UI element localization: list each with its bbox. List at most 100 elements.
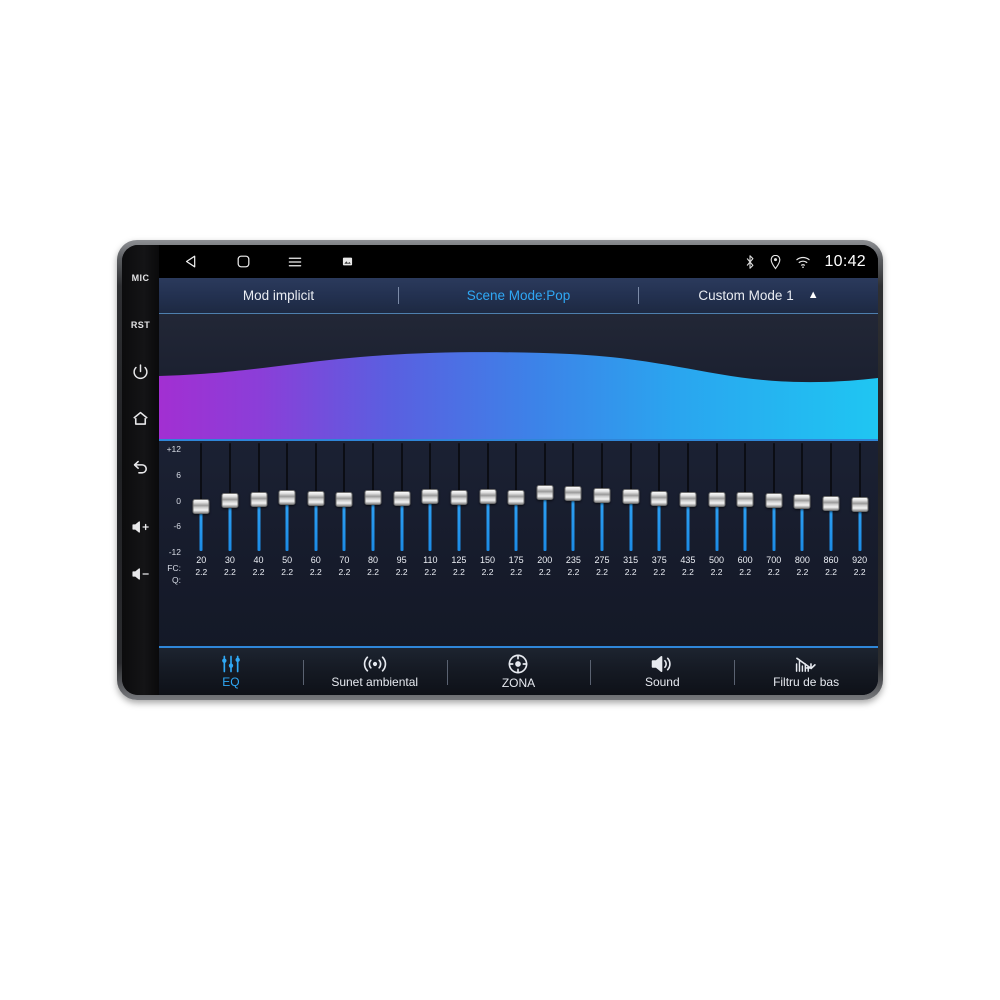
- eq-slider-thumb[interactable]: [307, 490, 325, 506]
- eq-slider[interactable]: [416, 441, 445, 554]
- eq-slider[interactable]: [531, 441, 560, 554]
- eq-band[interactable]: 40 2.2: [244, 441, 273, 646]
- eq-slider-thumb[interactable]: [822, 495, 840, 511]
- eq-band[interactable]: 275 2.2: [588, 441, 617, 646]
- power-key[interactable]: [122, 348, 159, 395]
- eq-band[interactable]: 150 2.2: [473, 441, 502, 646]
- eq-slider[interactable]: [359, 441, 388, 554]
- eq-q-value[interactable]: 2.2: [788, 566, 817, 578]
- eq-slider[interactable]: [302, 441, 331, 554]
- eq-band[interactable]: 175 2.2: [502, 441, 531, 646]
- eq-band[interactable]: 860 2.2: [817, 441, 846, 646]
- eq-slider-thumb[interactable]: [479, 488, 497, 504]
- eq-slider[interactable]: [502, 441, 531, 554]
- eq-slider[interactable]: [645, 441, 674, 554]
- scene-mode-button[interactable]: Scene Mode:Pop: [399, 278, 638, 313]
- eq-q-value[interactable]: 2.2: [731, 566, 760, 578]
- default-mode-button[interactable]: Mod implicit: [159, 278, 398, 313]
- eq-band[interactable]: 700 2.2: [760, 441, 789, 646]
- eq-slider[interactable]: [244, 441, 273, 554]
- back-key[interactable]: [122, 442, 159, 489]
- eq-slider-thumb[interactable]: [650, 490, 668, 506]
- eq-band[interactable]: 110 2.2: [416, 441, 445, 646]
- eq-band[interactable]: 200 2.2: [531, 441, 560, 646]
- eq-slider[interactable]: [616, 441, 645, 554]
- eq-q-value[interactable]: 2.2: [359, 566, 388, 578]
- eq-slider[interactable]: [731, 441, 760, 554]
- eq-slider-thumb[interactable]: [536, 484, 554, 500]
- eq-q-value[interactable]: 2.2: [702, 566, 731, 578]
- eq-slider[interactable]: [674, 441, 703, 554]
- eq-q-value[interactable]: 2.2: [845, 566, 874, 578]
- eq-q-value[interactable]: 2.2: [445, 566, 474, 578]
- eq-band[interactable]: 80 2.2: [359, 441, 388, 646]
- eq-slider-thumb[interactable]: [793, 493, 811, 509]
- eq-slider-thumb[interactable]: [736, 492, 754, 508]
- eq-q-value[interactable]: 2.2: [473, 566, 502, 578]
- eq-band[interactable]: 920 2.2: [845, 441, 874, 646]
- eq-q-value[interactable]: 2.2: [588, 566, 617, 578]
- eq-slider[interactable]: [473, 441, 502, 554]
- eq-q-value[interactable]: 2.2: [387, 566, 416, 578]
- eq-slider-thumb[interactable]: [393, 490, 411, 506]
- eq-q-value[interactable]: 2.2: [244, 566, 273, 578]
- eq-slider-thumb[interactable]: [221, 492, 239, 508]
- eq-slider[interactable]: [273, 441, 302, 554]
- nav-home-button[interactable]: [217, 245, 269, 278]
- eq-band[interactable]: 20 2.2: [187, 441, 216, 646]
- eq-slider-thumb[interactable]: [421, 489, 439, 505]
- eq-band[interactable]: 70 2.2: [330, 441, 359, 646]
- eq-band[interactable]: 600 2.2: [731, 441, 760, 646]
- eq-q-value[interactable]: 2.2: [416, 566, 445, 578]
- eq-q-value[interactable]: 2.2: [559, 566, 588, 578]
- eq-slider[interactable]: [788, 441, 817, 554]
- eq-slider[interactable]: [445, 441, 474, 554]
- eq-slider-thumb[interactable]: [765, 492, 783, 508]
- eq-slider-thumb[interactable]: [564, 486, 582, 502]
- nav-recents-button[interactable]: [269, 245, 321, 278]
- eq-slider-thumb[interactable]: [708, 492, 726, 508]
- eq-slider-thumb[interactable]: [507, 490, 525, 506]
- eq-q-value[interactable]: 2.2: [302, 566, 331, 578]
- eq-slider-thumb[interactable]: [679, 491, 697, 507]
- reset-key[interactable]: RST: [122, 301, 159, 348]
- eq-q-value[interactable]: 2.2: [817, 566, 846, 578]
- home-key[interactable]: [122, 395, 159, 442]
- volume-down-key[interactable]: [122, 550, 159, 597]
- eq-slider[interactable]: [187, 441, 216, 554]
- eq-q-value[interactable]: 2.2: [760, 566, 789, 578]
- volume-up-key[interactable]: [122, 503, 159, 550]
- nav-back-button[interactable]: [165, 245, 217, 278]
- eq-slider[interactable]: [216, 441, 245, 554]
- tab-filtru-de-bas[interactable]: Filtru de bas: [734, 648, 878, 695]
- eq-q-value[interactable]: 2.2: [645, 566, 674, 578]
- nav-screenshot-button[interactable]: [321, 245, 373, 278]
- eq-slider-thumb[interactable]: [364, 490, 382, 506]
- eq-band[interactable]: 60 2.2: [302, 441, 331, 646]
- eq-q-value[interactable]: 2.2: [502, 566, 531, 578]
- eq-q-value[interactable]: 2.2: [187, 566, 216, 578]
- eq-q-value[interactable]: 2.2: [216, 566, 245, 578]
- eq-q-value[interactable]: 2.2: [273, 566, 302, 578]
- eq-slider[interactable]: [559, 441, 588, 554]
- eq-slider-thumb[interactable]: [192, 498, 210, 514]
- eq-band[interactable]: 50 2.2: [273, 441, 302, 646]
- custom-mode-button[interactable]: Custom Mode 1 ▲: [639, 278, 878, 313]
- tab-sound[interactable]: Sound: [590, 648, 734, 695]
- eq-slider[interactable]: [845, 441, 874, 554]
- eq-slider[interactable]: [588, 441, 617, 554]
- eq-q-value[interactable]: 2.2: [674, 566, 703, 578]
- eq-band[interactable]: 375 2.2: [645, 441, 674, 646]
- eq-slider-thumb[interactable]: [622, 489, 640, 505]
- eq-slider-thumb[interactable]: [450, 490, 468, 506]
- eq-band[interactable]: 235 2.2: [559, 441, 588, 646]
- eq-q-value[interactable]: 2.2: [531, 566, 560, 578]
- eq-band[interactable]: 800 2.2: [788, 441, 817, 646]
- eq-band[interactable]: 30 2.2: [216, 441, 245, 646]
- eq-slider-thumb[interactable]: [593, 487, 611, 503]
- eq-slider[interactable]: [760, 441, 789, 554]
- eq-slider[interactable]: [817, 441, 846, 554]
- eq-band[interactable]: 315 2.2: [616, 441, 645, 646]
- eq-slider-thumb[interactable]: [335, 491, 353, 507]
- eq-slider-thumb[interactable]: [278, 490, 296, 506]
